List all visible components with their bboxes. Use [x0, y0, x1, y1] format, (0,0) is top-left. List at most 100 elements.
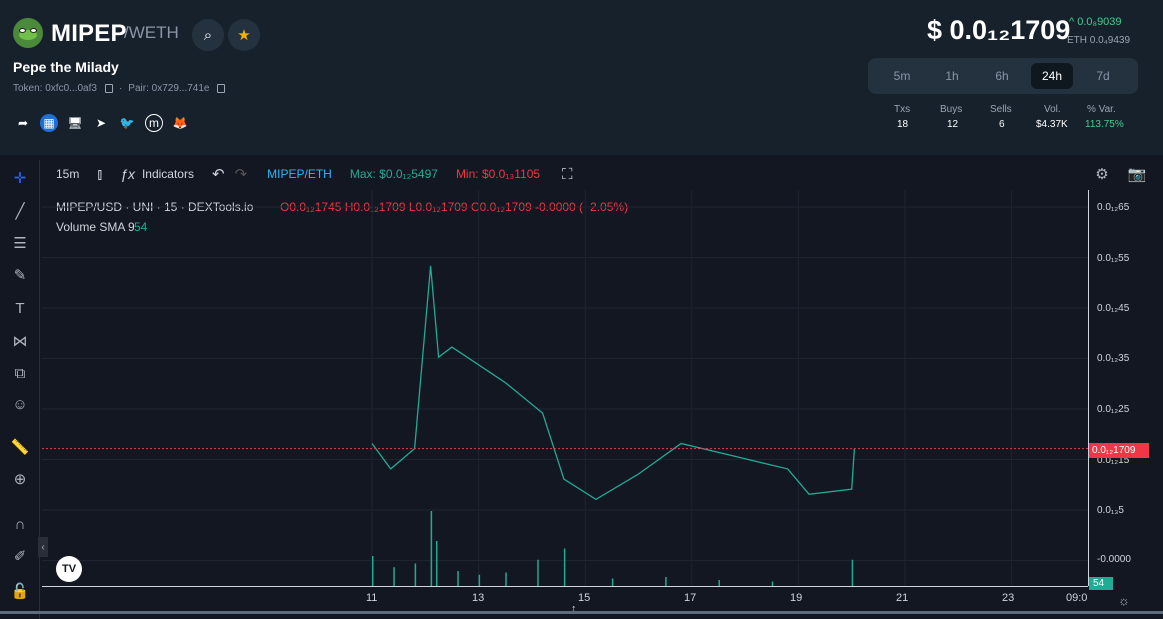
time-axis-label: 17	[684, 592, 697, 604]
undo-icon[interactable]: ↶	[212, 165, 225, 183]
chart-toolbar: 15m ⫾ ƒx Indicators ↶ ↷ MIPEP/ETH Max: $…	[45, 160, 573, 188]
star-icon[interactable]: ★	[228, 19, 260, 51]
fullscreen-icon[interactable]: ⛶	[562, 166, 573, 183]
stat-label-vol: Vol.	[1044, 104, 1061, 115]
token-avatar	[13, 18, 43, 48]
binoculars-icon[interactable]: ⌕	[192, 19, 224, 51]
token-addresses: Token: 0xfc0...0af3 · Pair: 0x729...741e	[13, 83, 226, 94]
volume-bar	[430, 511, 433, 586]
fib-icon[interactable]: ☰	[9, 232, 31, 254]
candle-type-icon[interactable]: ⫾	[97, 166, 102, 183]
price-axis-label: 0.0₁₂25	[1097, 404, 1130, 415]
price-axis-label: 0.0₁₃5	[1097, 505, 1124, 516]
prediction-icon[interactable]: ⧉	[9, 362, 31, 384]
coinmarketcap-icon[interactable]: m	[145, 114, 163, 132]
timeframe-1h[interactable]: 1h	[931, 63, 973, 89]
volume-bar	[414, 563, 417, 586]
price-axis-label: 0.0₁₂55	[1097, 253, 1130, 264]
token-header: MIPEP /WETH ⌕ ★ Pepe the Milady Token: 0…	[0, 0, 1163, 155]
volume-bar	[611, 578, 614, 586]
lock-icon[interactable]: 🔓	[9, 580, 31, 602]
axis-settings-icon[interactable]: ☼	[1113, 589, 1135, 611]
website-icon[interactable]: 🖥	[66, 114, 84, 132]
time-axis-label: 19	[790, 592, 803, 604]
min-price: Min: $0.0₁₃1105	[455, 167, 541, 181]
tradingview-logo[interactable]: TV	[56, 556, 82, 582]
volume-bar	[851, 559, 854, 586]
drawing-toolbar: ✛ ╱ ☰ ✎ T ⋈ ⧉ ☺ 📏 ⊕ ∩ ✐ 🔓	[0, 160, 40, 619]
time-axis-label: 23	[1002, 592, 1015, 604]
telegram-icon[interactable]: ➤	[92, 114, 110, 132]
quote-symbol: /WETH	[124, 23, 179, 42]
time-axis-label: 09:0	[1066, 592, 1088, 604]
text-icon[interactable]: T	[9, 297, 31, 319]
volume-bar	[457, 571, 459, 586]
current-price-label: 0.0₁₂1709	[1089, 443, 1149, 458]
lock-draw-icon[interactable]: ✐	[9, 545, 31, 567]
pair-label[interactable]: MIPEP/ETH	[267, 167, 332, 181]
timeframe-7d[interactable]: 7d	[1082, 63, 1124, 89]
stat-value-var: 113.75%	[1085, 119, 1124, 130]
chart-icon[interactable]: ▦	[40, 114, 58, 132]
stat-label-var: % Var.	[1087, 104, 1116, 115]
price-axis-label: -0.0000	[1097, 554, 1131, 565]
indicators-button[interactable]: Indicators	[142, 167, 194, 181]
bottom-divider	[0, 611, 1163, 614]
stat-value-sells: 6	[999, 119, 1005, 130]
time-axis-label: 13	[472, 592, 485, 604]
stat-value-buys: 12	[947, 119, 959, 130]
volume-bar	[563, 548, 566, 586]
interval-select[interactable]: 15m	[56, 167, 79, 181]
copy-icon[interactable]	[217, 84, 226, 93]
volume-bar	[435, 541, 438, 586]
time-axis-label: 11	[366, 592, 378, 604]
price-change: ^ 0.0₈9039	[1069, 16, 1122, 28]
redo-icon[interactable]: ↷	[235, 165, 248, 183]
price-axis-label: 0.0₁₂35	[1097, 353, 1130, 364]
volume-bar	[478, 574, 481, 586]
token-address: Token: 0xfc0...0af3	[13, 83, 97, 94]
volume-bar	[393, 567, 395, 586]
zoom-icon[interactable]: ⊕	[9, 468, 31, 490]
crosshair-icon[interactable]: ✛	[9, 167, 31, 189]
settings-icon[interactable]: ⚙	[1091, 163, 1113, 185]
brush-icon[interactable]: ✎	[9, 264, 31, 286]
timeframe-5m[interactable]: 5m	[881, 63, 923, 89]
indicators-icon[interactable]: ƒx	[120, 166, 135, 182]
metamask-icon[interactable]: 🦊	[171, 114, 189, 132]
twitter-icon[interactable]: 🐦	[118, 114, 136, 132]
copy-icon[interactable]	[104, 84, 113, 93]
price-axis-label: 0.0₁₂65	[1097, 202, 1130, 213]
emoji-icon[interactable]: ☺	[9, 393, 31, 415]
timeframe-6h[interactable]: 6h	[981, 63, 1023, 89]
ruler-icon[interactable]: 📏	[9, 436, 31, 458]
stat-label-sells: Sells	[990, 104, 1012, 115]
time-axis-border	[42, 586, 1088, 587]
timeframe-selector: 5m 1h 6h 24h 7d	[868, 58, 1138, 94]
pattern-icon[interactable]: ⋈	[9, 330, 31, 352]
token-name: Pepe the Milady	[13, 59, 119, 75]
price-axis-border	[1088, 190, 1089, 586]
volume-bar	[537, 559, 539, 586]
price-line	[371, 265, 856, 501]
camera-icon[interactable]: 📷	[1126, 163, 1148, 185]
volume-bar	[505, 572, 507, 586]
max-price: Max: $0.0₁₂5497	[349, 167, 438, 181]
time-axis-label: 15	[578, 592, 591, 604]
timeframe-24h[interactable]: 24h	[1031, 63, 1073, 89]
magnet-icon[interactable]: ∩	[9, 513, 31, 535]
stat-label-buys: Buys	[940, 104, 963, 115]
volume-label: 54	[1089, 577, 1113, 590]
usd-price: $ 0.0₁₂1709	[927, 15, 1071, 45]
price-chart[interactable]	[42, 190, 1088, 586]
stat-label-txs: Txs	[894, 104, 911, 115]
trendline-icon[interactable]: ╱	[9, 200, 31, 222]
time-axis-label: 21	[896, 592, 909, 604]
share-icon[interactable]: ➦	[14, 114, 32, 132]
price-axis-label: 0.0₁₂45	[1097, 303, 1130, 314]
stat-value-vol: $4.37K	[1036, 119, 1068, 130]
eth-price: ETH 0.0₄9439	[1067, 35, 1131, 46]
token-symbol: MIPEP	[51, 20, 127, 47]
pair-address: Pair: 0x729...741e	[128, 83, 210, 94]
volume-bar	[665, 577, 667, 586]
